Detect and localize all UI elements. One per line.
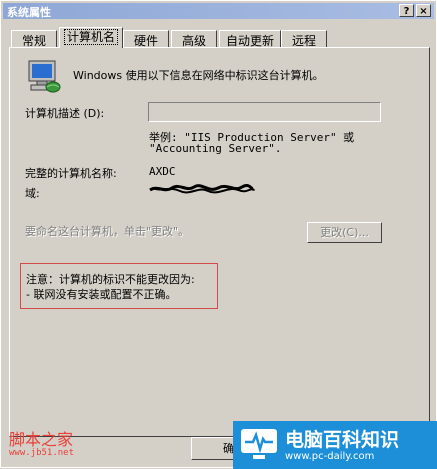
full-name-label: 完整的计算机名称: (25, 167, 117, 180)
full-name-value: AXDC (149, 165, 176, 178)
watermark-left-url: www.jb51.net (9, 448, 75, 458)
help-button[interactable]: ? (399, 4, 414, 17)
title-bar[interactable]: 系统属性 ? × (3, 3, 434, 19)
tab-computer-name[interactable]: 计算机名 (59, 27, 123, 48)
description-label: 计算机描述 (D): (25, 107, 105, 120)
tab-label: 高级 (181, 34, 206, 48)
tab-advanced[interactable]: 高级 (171, 30, 217, 48)
note-line-2: - 联网没有安装或配置不正确。 (26, 288, 177, 301)
tab-remote[interactable]: 远程 (281, 30, 327, 48)
tab-label: 常规 (21, 34, 46, 48)
intro-text: Windows 使用以下信息在网络中标识这台计算机。 (73, 69, 324, 82)
computer-network-icon (28, 60, 61, 93)
tab-automatic-updates[interactable]: 自动更新 (219, 30, 281, 48)
note-line-1: 注意：计算机的标识不能更改因为: (26, 273, 195, 286)
tab-label: 硬件 (133, 34, 158, 48)
warning-note-box: 注意：计算机的标识不能更改因为: - 联网没有安装或配置不正确。 (20, 263, 218, 309)
tab-hardware[interactable]: 硬件 (123, 30, 169, 48)
rename-instructions: 要命名这台计算机，单击"更改"。 (25, 225, 190, 238)
computer-description-input[interactable] (148, 102, 381, 122)
watermark-jb51: 脚本之家 www.jb51.net (9, 426, 99, 466)
domain-label: 域: (25, 187, 40, 200)
monitor-pulse-icon (241, 429, 277, 459)
domain-redaction-scribble (149, 184, 256, 194)
tab-label: 计算机名 (63, 29, 118, 45)
watermark-right-title: 电脑百科知识 (285, 429, 400, 451)
tab-label: 远程 (291, 34, 316, 48)
watermark-right-url: www.pc-daily.com (285, 451, 375, 462)
tab-label: 自动更新 (225, 34, 274, 48)
change-button[interactable]: 更改(C)... (307, 222, 382, 243)
watermark-left-title: 脚本之家 (9, 430, 74, 449)
watermark-pc-daily: 电脑百科知识 www.pc-daily.com (233, 421, 437, 469)
tab-general[interactable]: 常规 (11, 30, 57, 48)
example-line-2: "Accounting Server". (149, 142, 282, 155)
system-properties-window: 系统属性 ? × 常规 计算机名 硬件 高级 自动更新 远程 Windows 使… (0, 0, 437, 469)
window-title: 系统属性 (7, 6, 51, 19)
close-button[interactable]: × (416, 4, 431, 17)
